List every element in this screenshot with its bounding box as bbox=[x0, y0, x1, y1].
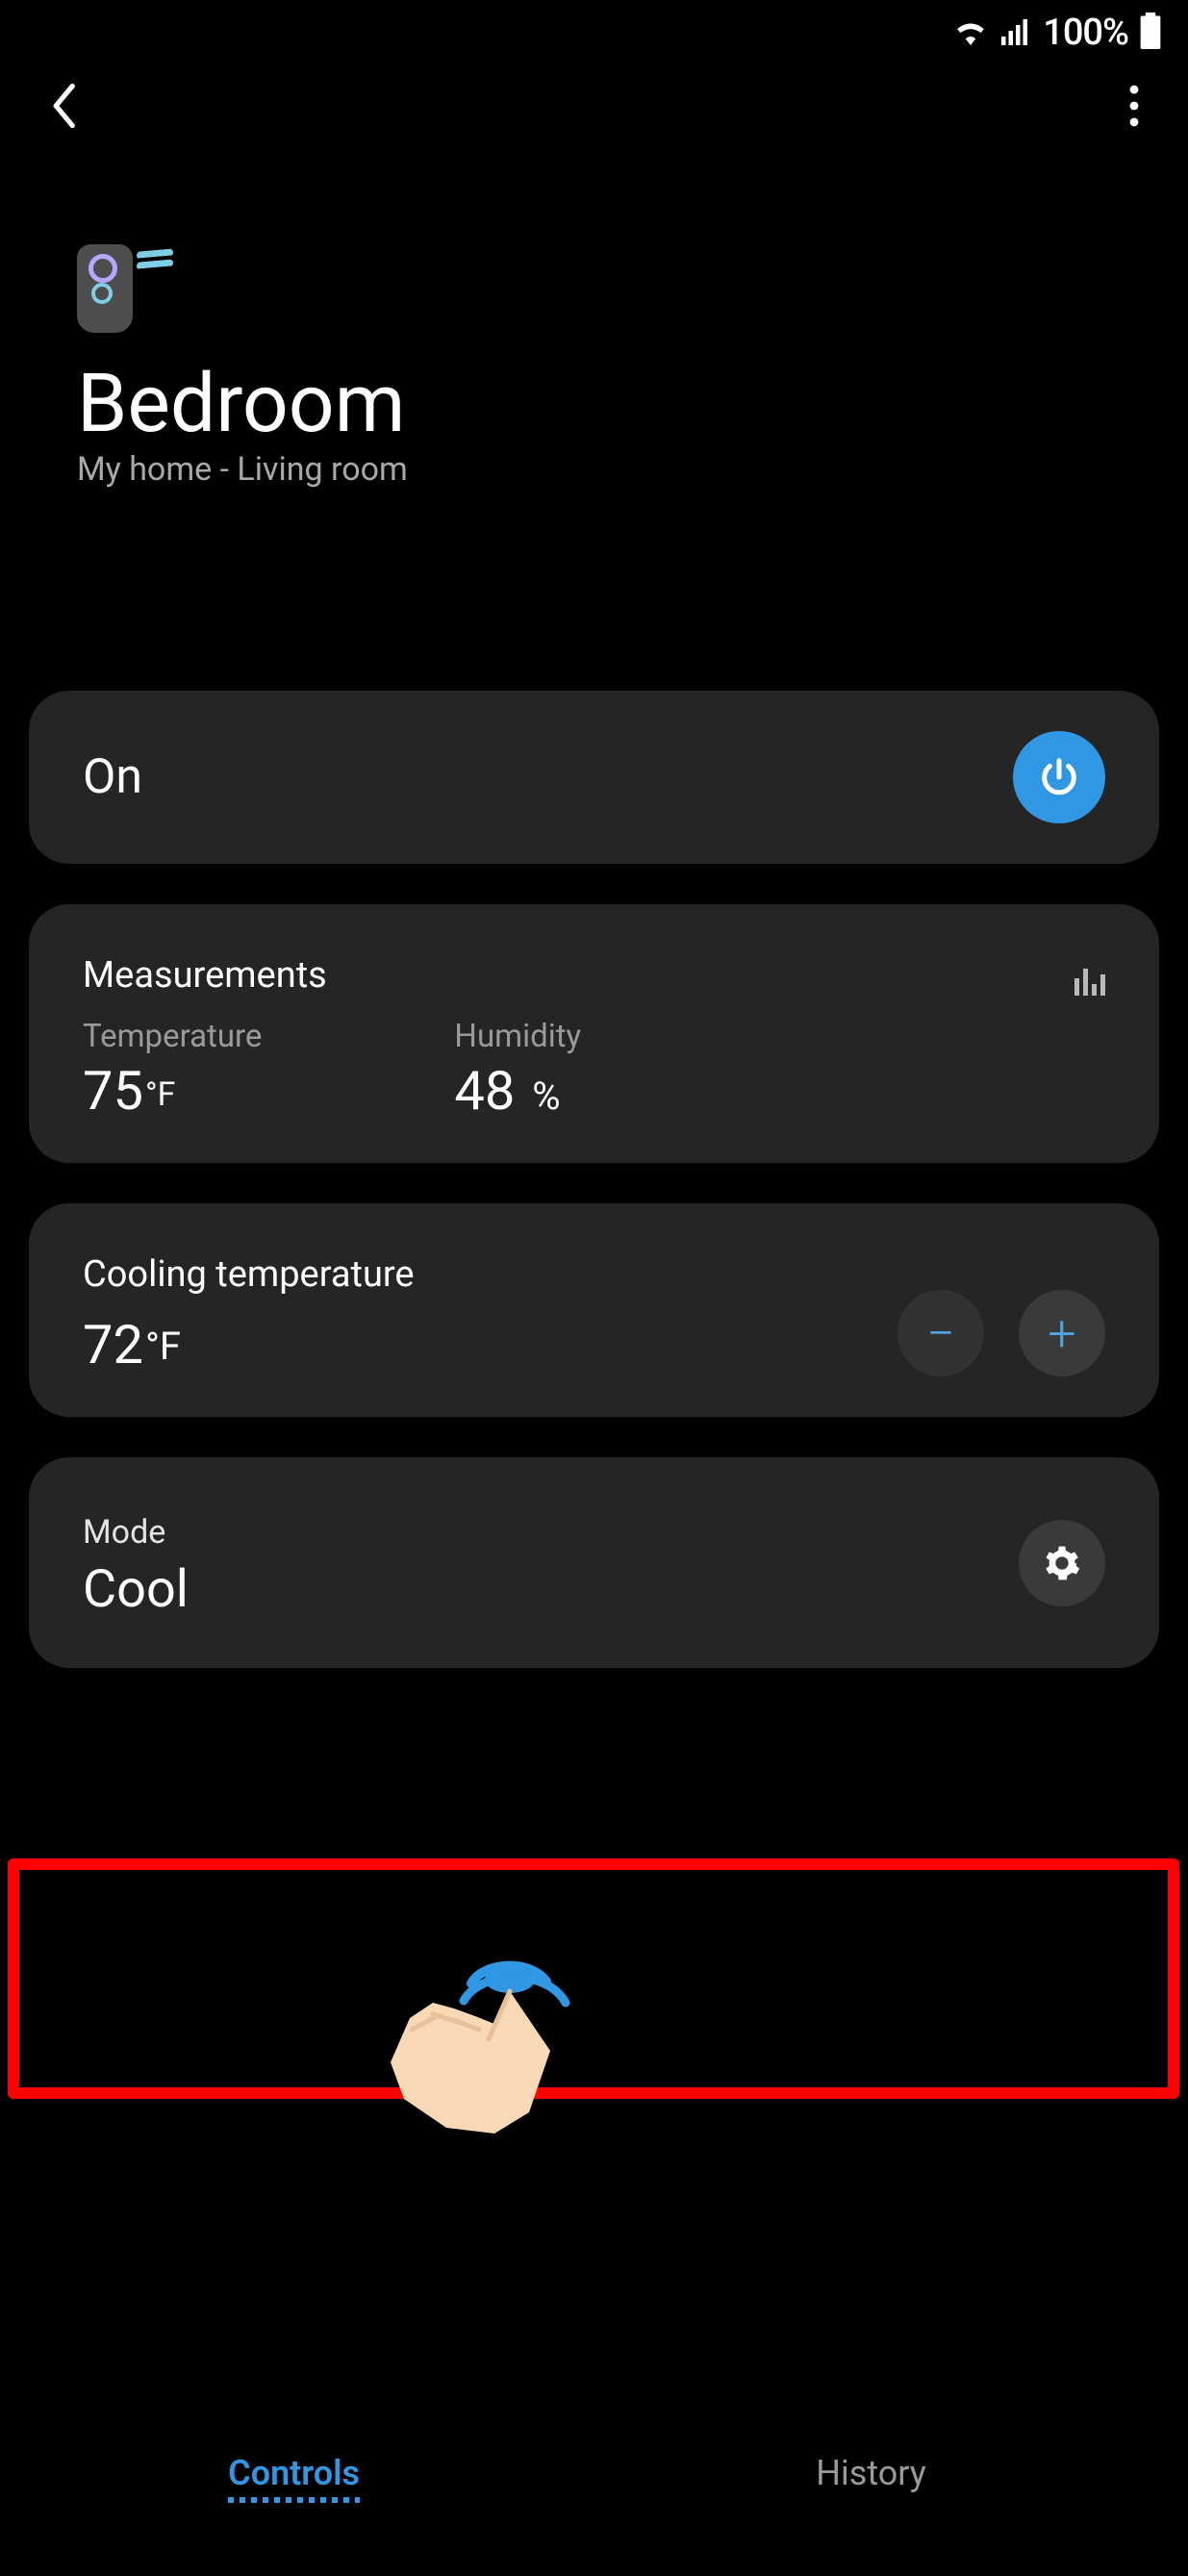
decrease-temp-button[interactable]: − bbox=[897, 1290, 984, 1376]
more-options-button[interactable] bbox=[1128, 85, 1140, 127]
chart-icon bbox=[1074, 967, 1105, 996]
ac-device-icon bbox=[77, 244, 133, 333]
increase-temp-button[interactable]: + bbox=[1019, 1290, 1105, 1376]
cooling-value: 72°F bbox=[83, 1313, 415, 1376]
temperature-label: Temperature bbox=[83, 1018, 262, 1055]
humidity-label: Humidity bbox=[454, 1018, 581, 1055]
humidity-value: 48 % bbox=[454, 1059, 581, 1123]
annotation-highlight bbox=[8, 1858, 1179, 2099]
device-title: Bedroom bbox=[77, 362, 1111, 446]
bottom-tabs: Controls History bbox=[0, 2453, 1154, 2503]
app-bar bbox=[0, 56, 1188, 129]
wifi-icon bbox=[952, 16, 989, 49]
device-location: My home - Living room bbox=[77, 450, 1111, 489]
cooling-temperature-card: Cooling temperature 72°F − + bbox=[29, 1203, 1159, 1417]
temperature-block: Temperature 75°F bbox=[83, 1018, 262, 1123]
mode-label: Mode bbox=[83, 1513, 189, 1552]
back-button[interactable] bbox=[48, 83, 77, 129]
mode-settings-button[interactable] bbox=[1019, 1520, 1105, 1606]
battery-icon bbox=[1140, 13, 1161, 53]
power-card[interactable]: On bbox=[29, 691, 1159, 864]
status-bar: 100% bbox=[0, 0, 1188, 56]
device-header: Bedroom My home - Living room bbox=[0, 129, 1188, 489]
mode-value: Cool bbox=[83, 1559, 189, 1620]
mode-card[interactable]: Mode Cool bbox=[29, 1457, 1159, 1668]
signal-icon bbox=[1000, 16, 1031, 49]
power-toggle-button[interactable] bbox=[1013, 731, 1105, 823]
measurements-card[interactable]: Measurements Temperature 75°F Humidity 4… bbox=[29, 904, 1159, 1163]
tab-history[interactable]: History bbox=[816, 2453, 926, 2503]
tap-gesture-icon bbox=[366, 1953, 587, 2159]
humidity-block: Humidity 48 % bbox=[454, 1018, 581, 1123]
battery-percent: 100% bbox=[1043, 12, 1128, 54]
measurements-title: Measurements bbox=[83, 954, 327, 997]
cooling-title: Cooling temperature bbox=[83, 1253, 415, 1296]
power-state-label: On bbox=[83, 749, 142, 805]
tab-controls[interactable]: Controls bbox=[228, 2453, 360, 2503]
temperature-value: 75°F bbox=[83, 1059, 262, 1123]
